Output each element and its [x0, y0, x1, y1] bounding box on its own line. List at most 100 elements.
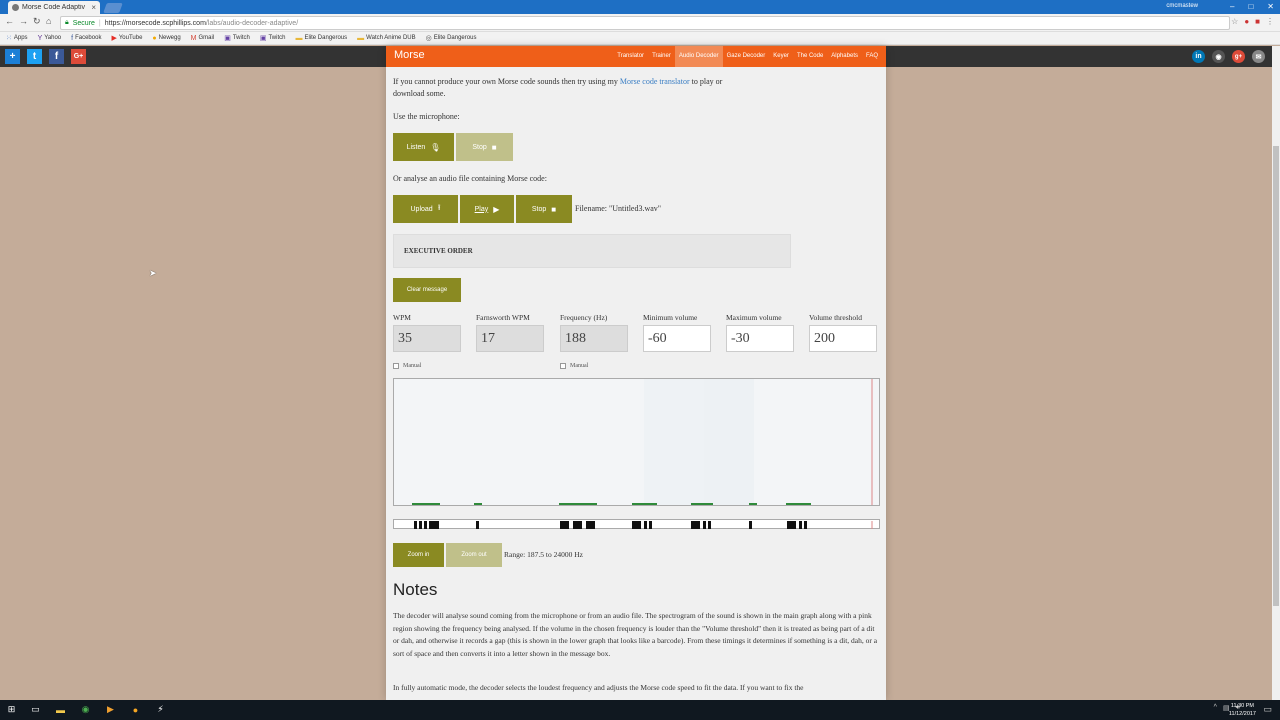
- facebook-share-icon[interactable]: f: [49, 49, 64, 64]
- file-stop-button[interactable]: Stop ■: [516, 195, 572, 223]
- bookmark-label: Facebook: [75, 35, 102, 41]
- media-player-icon[interactable]: ▶: [105, 704, 116, 715]
- bookmark-label: Twitch: [232, 35, 250, 41]
- menu-icon[interactable]: ⋮: [1266, 17, 1274, 26]
- site-header: Morse Translator Trainer Audio Decoder Gaze…: [386, 46, 886, 67]
- nav-item[interactable]: Keyer: [769, 46, 793, 67]
- translator-link[interactable]: Morse code translator: [620, 77, 690, 86]
- notes-paragraph: In fully automatic mode, the decoder sel…: [393, 683, 804, 692]
- bookmark-item[interactable]: ● Newegg: [152, 35, 180, 42]
- home-icon[interactable]: ⌂: [46, 16, 51, 26]
- extension-icon[interactable]: ■: [1255, 17, 1260, 26]
- nav-item[interactable]: The Code: [793, 46, 827, 67]
- page-scrollbar[interactable]: [1272, 46, 1280, 700]
- twitter-share-icon[interactable]: t: [27, 49, 42, 64]
- bookmark-star-icon[interactable]: ☆: [1231, 17, 1238, 26]
- setting-input[interactable]: 17: [476, 325, 544, 352]
- file-explorer-icon[interactable]: ▬: [55, 704, 66, 715]
- bookmark-item[interactable]: ⁙ Apps: [6, 34, 28, 42]
- bookmark-item[interactable]: ▶ YouTube: [111, 34, 142, 42]
- windows-start-icon[interactable]: ⊞: [6, 704, 17, 715]
- setting-input[interactable]: -30: [726, 325, 794, 352]
- setting-input[interactable]: 188: [560, 325, 628, 352]
- window-controls: – □ ✕: [1230, 0, 1274, 13]
- extension-icons: ☆ ● ■ ⋮: [1231, 17, 1274, 26]
- bookmark-item[interactable]: ▬ Watch Anime DUB: [357, 35, 415, 42]
- main-content: Morse Translator Trainer Audio Decoder Gaze…: [386, 46, 886, 700]
- setting-input[interactable]: 35: [393, 325, 461, 352]
- mark: [419, 521, 422, 529]
- notifications-icon[interactable]: ▭: [1263, 704, 1272, 715]
- app-icon[interactable]: ⚡︎: [155, 704, 166, 715]
- bookmark-item[interactable]: ▬ Elite Dangerous: [295, 35, 347, 42]
- checkbox[interactable]: [393, 363, 399, 369]
- tab-close-icon[interactable]: ×: [91, 3, 96, 12]
- yahoo-icon: Y: [37, 34, 43, 42]
- bookmark-item[interactable]: Y Yahoo: [38, 35, 62, 42]
- wpm-manual-checkbox[interactable]: Manual: [393, 363, 421, 369]
- signal-blip: [749, 503, 757, 505]
- github-icon[interactable]: ◉: [1212, 50, 1225, 63]
- scrollbar-thumb[interactable]: [1273, 146, 1279, 606]
- spectrogram-svg: [394, 379, 879, 505]
- close-window-icon[interactable]: ✕: [1267, 0, 1274, 13]
- setting-field: Frequency (Hz) 188: [560, 313, 630, 352]
- browser-tab[interactable]: Morse Code Adaptiv ×: [8, 1, 100, 14]
- setting-input[interactable]: -60: [643, 325, 711, 352]
- tray-expand-icon[interactable]: ^: [1214, 704, 1217, 712]
- clock[interactable]: 11:30 PM 11/12/2017: [1229, 702, 1256, 718]
- checkbox[interactable]: [560, 363, 566, 369]
- task-view-icon[interactable]: ▭: [30, 704, 41, 715]
- clear-message-button[interactable]: Clear message: [393, 278, 461, 302]
- intro-text-after: to play or: [689, 77, 723, 86]
- upload-button[interactable]: Upload ⭱: [393, 195, 458, 223]
- url-input[interactable]: 🔒︎ Secure | https://morsecode.scphillips…: [60, 16, 1230, 30]
- play-button[interactable]: Play ▶: [460, 195, 514, 223]
- extension-icon[interactable]: ●: [1244, 17, 1249, 26]
- back-icon[interactable]: ←: [5, 16, 14, 26]
- nav-item[interactable]: Trainer: [648, 46, 675, 67]
- bookmark-item[interactable]: M Gmail: [191, 35, 215, 42]
- forward-icon[interactable]: →: [19, 16, 28, 26]
- stop-icon: ■: [491, 142, 497, 152]
- linkedin-icon[interactable]: in: [1192, 50, 1205, 63]
- bookmark-label: Gmail: [198, 35, 215, 41]
- nav-item[interactable]: Audio Decoder: [674, 46, 723, 67]
- chrome-icon[interactable]: ◉: [80, 704, 91, 715]
- zoom-out-button[interactable]: Zoom out: [446, 543, 502, 567]
- mic-stop-button[interactable]: Stop ■: [456, 133, 513, 161]
- frequency-manual-checkbox[interactable]: Manual: [560, 363, 588, 369]
- google-plus-share-icon[interactable]: G+: [71, 49, 86, 64]
- bookmark-item[interactable]: ▣ Twitch: [224, 34, 250, 42]
- elite-dangerous-icon: ◎: [425, 35, 432, 42]
- setting-label: Frequency (Hz): [560, 313, 608, 322]
- upload-label: Upload: [410, 205, 433, 213]
- bookmark-item[interactable]: ◎ Elite Dangerous: [426, 34, 477, 42]
- nav-item[interactable]: FAQ: [862, 46, 882, 67]
- site-brand[interactable]: Morse: [394, 49, 425, 61]
- zoom-in-button[interactable]: Zoom in: [393, 543, 444, 567]
- google-plus-icon[interactable]: g+: [1232, 50, 1245, 63]
- maximize-icon[interactable]: □: [1248, 0, 1253, 13]
- reload-icon[interactable]: ↻: [33, 16, 41, 27]
- nav-item[interactable]: Alphabets: [827, 46, 862, 67]
- bookmark-item[interactable]: f Facebook: [71, 35, 101, 42]
- app-icon[interactable]: ●: [130, 704, 141, 715]
- manual-label: Manual: [403, 363, 422, 369]
- nav-item[interactable]: Gaze Decoder: [723, 46, 770, 67]
- filename-text: Filename: "Untitled3.wav": [575, 204, 662, 213]
- setting-input[interactable]: 200: [809, 325, 877, 352]
- mark: [476, 521, 479, 529]
- addthis-plus-icon[interactable]: +: [5, 49, 20, 64]
- upload-icon: ⭱: [437, 203, 441, 212]
- bookmark-label: Newegg: [158, 35, 181, 41]
- secure-label: Secure: [72, 19, 95, 27]
- listen-button[interactable]: Listen 🎙︎: [393, 133, 454, 161]
- bookmark-label: Watch Anime DUB: [366, 35, 416, 41]
- email-icon[interactable]: ✉: [1252, 50, 1265, 63]
- profile-name[interactable]: cmcmastew: [1166, 3, 1198, 9]
- minimize-icon[interactable]: –: [1230, 0, 1234, 13]
- bookmark-item[interactable]: ▣ Twitch: [260, 34, 286, 42]
- new-tab-button[interactable]: [103, 3, 123, 13]
- nav-item[interactable]: Translator: [613, 46, 648, 67]
